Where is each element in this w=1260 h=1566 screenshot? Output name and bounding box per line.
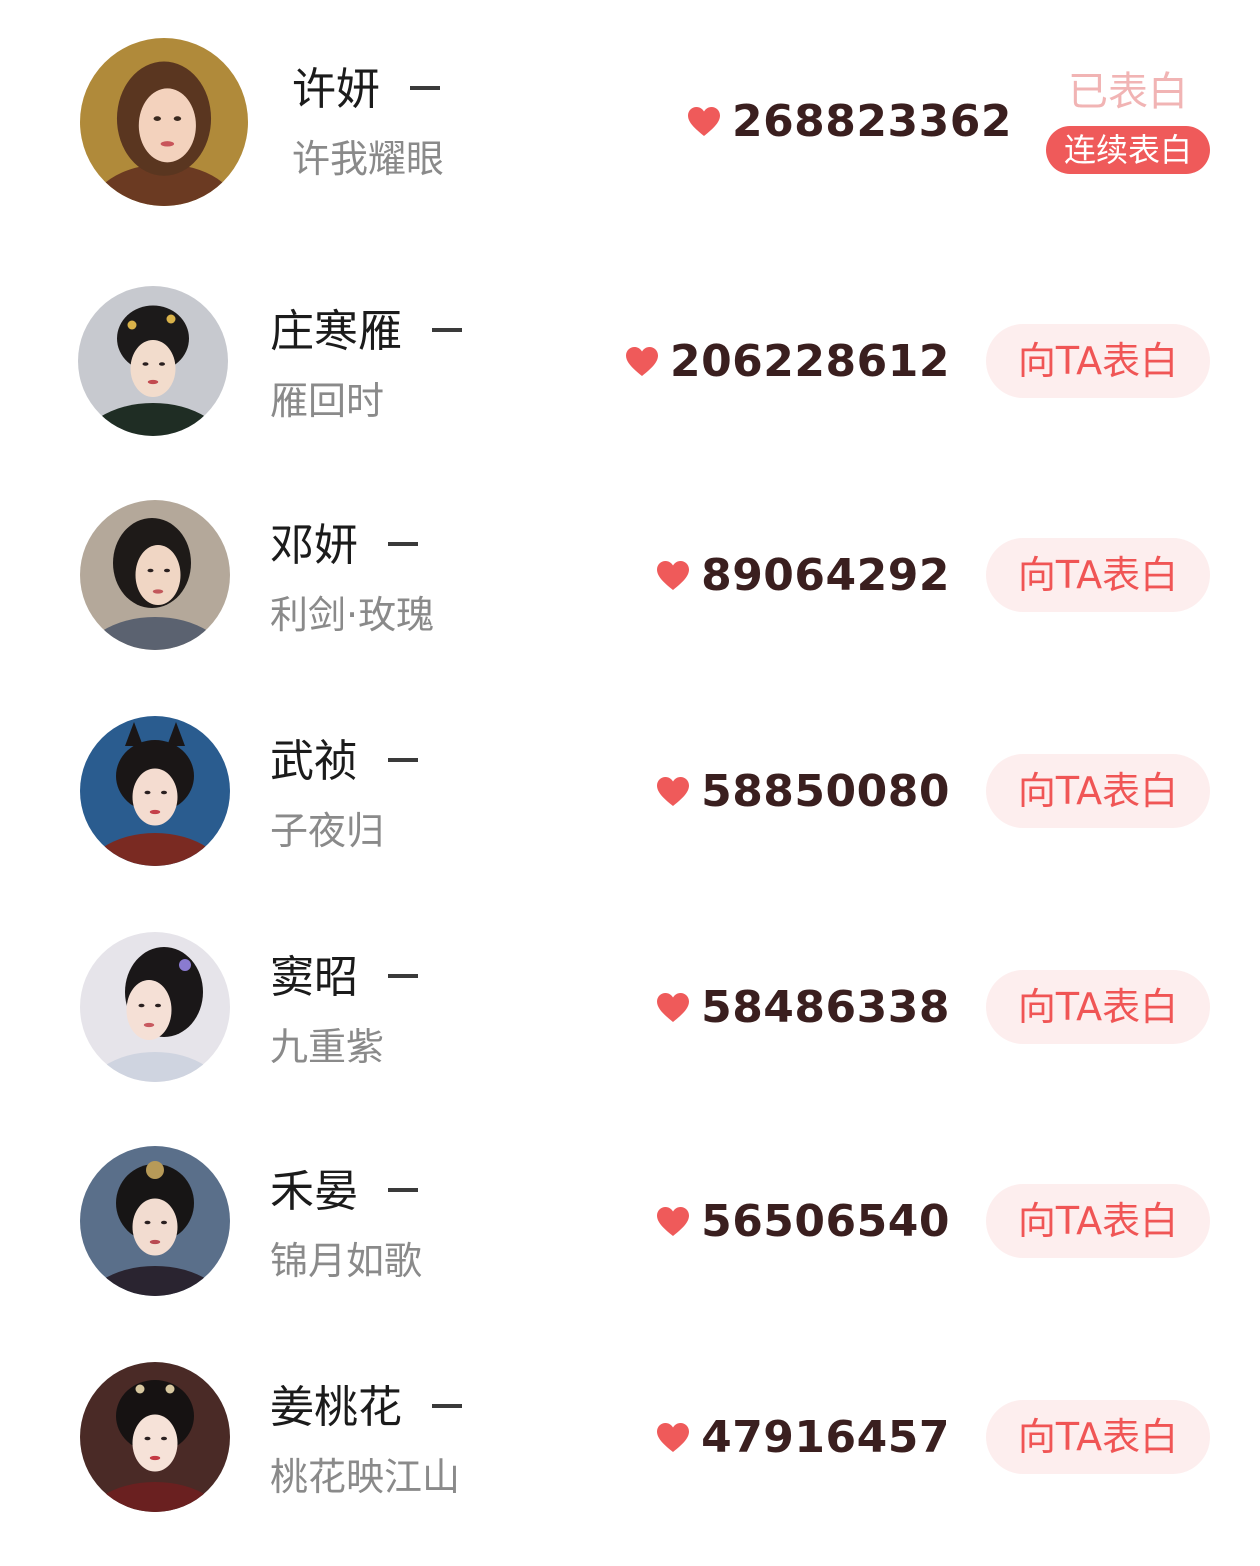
avatar[interactable] bbox=[78, 286, 228, 436]
character-name: 庄寒雁 bbox=[270, 310, 462, 354]
score: 47916457 bbox=[657, 1412, 950, 1463]
drama-title: 锦月如歌 bbox=[270, 1239, 423, 1283]
avatar-portrait-icon bbox=[80, 932, 230, 1082]
confess-button[interactable]: 向TA表白 bbox=[986, 1400, 1210, 1474]
heart-icon bbox=[657, 1422, 690, 1453]
avatar-portrait-icon bbox=[80, 500, 230, 650]
list-item[interactable]: 邓妍 利剑·玫瑰 89064292 向TA表白 bbox=[0, 484, 1260, 664]
score-value: 206228612 bbox=[669, 336, 950, 387]
confess-button[interactable]: 向TA表白 bbox=[986, 538, 1210, 612]
heart-icon bbox=[657, 1206, 690, 1237]
avatar-portrait-icon bbox=[78, 286, 228, 436]
character-name-text: 邓妍 bbox=[270, 520, 358, 571]
character-name-text: 庄寒雁 bbox=[270, 306, 402, 357]
character-name-text: 许妍 bbox=[292, 64, 380, 115]
drama-title: 雁回时 bbox=[270, 379, 385, 423]
avatar-portrait-icon bbox=[80, 1362, 230, 1512]
rank-change-dash bbox=[388, 542, 418, 546]
heart-icon bbox=[657, 992, 690, 1023]
drama-title: 九重紫 bbox=[270, 1025, 385, 1069]
drama-title: 利剑·玫瑰 bbox=[270, 593, 435, 637]
confess-button[interactable]: 向TA表白 bbox=[986, 970, 1210, 1044]
score: 89064292 bbox=[657, 550, 950, 601]
confess-button[interactable]: 向TA表白 bbox=[986, 324, 1210, 398]
avatar[interactable] bbox=[80, 932, 230, 1082]
score: 58486338 bbox=[657, 982, 950, 1033]
character-name-text: 禾晏 bbox=[270, 1166, 358, 1217]
list-item[interactable]: 许妍 许我耀眼 268823362 已表白 连续表白 bbox=[0, 30, 1260, 210]
avatar[interactable] bbox=[80, 500, 230, 650]
confess-button[interactable]: 向TA表白 bbox=[986, 1184, 1210, 1258]
list-item[interactable]: 武祯 子夜归 58850080 向TA表白 bbox=[0, 700, 1260, 880]
character-name-text: 武祯 bbox=[270, 736, 358, 787]
heart-icon bbox=[657, 776, 690, 807]
score: 56506540 bbox=[657, 1196, 950, 1247]
list-item[interactable]: 窦昭 九重紫 58486338 向TA表白 bbox=[0, 916, 1260, 1096]
score-value: 56506540 bbox=[701, 1196, 950, 1247]
character-name-text: 窦昭 bbox=[270, 952, 358, 1003]
avatar[interactable] bbox=[80, 1146, 230, 1296]
avatar-portrait-icon bbox=[80, 38, 248, 206]
rank-change-dash bbox=[432, 328, 462, 332]
avatar-portrait-icon bbox=[80, 716, 230, 866]
confess-button[interactable]: 向TA表白 bbox=[986, 754, 1210, 828]
heart-icon bbox=[625, 346, 658, 377]
character-name: 禾晏 bbox=[270, 1170, 418, 1214]
rank-change-dash bbox=[388, 758, 418, 762]
avatar[interactable] bbox=[80, 716, 230, 866]
score: 58850080 bbox=[657, 766, 950, 817]
list-item[interactable]: 姜桃花 桃花映江山 47916457 向TA表白 bbox=[0, 1346, 1260, 1526]
confessed-label: 已表白 bbox=[1068, 69, 1188, 115]
score-value: 89064292 bbox=[701, 550, 950, 601]
drama-title: 桃花映江山 bbox=[270, 1455, 461, 1499]
character-name: 武祯 bbox=[270, 740, 418, 784]
drama-title: 子夜归 bbox=[270, 809, 385, 853]
confess-status: 已表白 连续表白 bbox=[1046, 72, 1210, 174]
character-name: 许妍 bbox=[292, 68, 440, 112]
score: 268823362 bbox=[687, 96, 1012, 147]
character-name: 邓妍 bbox=[270, 524, 418, 568]
score-value: 58850080 bbox=[701, 766, 950, 817]
score-value: 58486338 bbox=[701, 982, 950, 1033]
score-value: 47916457 bbox=[701, 1412, 950, 1463]
heart-icon bbox=[657, 560, 690, 591]
character-name: 姜桃花 bbox=[270, 1386, 462, 1430]
avatar[interactable] bbox=[80, 1362, 230, 1512]
avatar-portrait-icon bbox=[80, 1146, 230, 1296]
avatar[interactable] bbox=[80, 38, 248, 206]
rank-change-dash bbox=[388, 974, 418, 978]
ranking-list: 许妍 许我耀眼 268823362 已表白 连续表白 庄寒雁 雁回时 20622… bbox=[0, 0, 1260, 1566]
rank-change-dash bbox=[388, 1188, 418, 1192]
list-item[interactable]: 禾晏 锦月如歌 56506540 向TA表白 bbox=[0, 1130, 1260, 1310]
list-item[interactable]: 庄寒雁 雁回时 206228612 向TA表白 bbox=[0, 270, 1260, 450]
score: 206228612 bbox=[625, 336, 950, 387]
score-value: 268823362 bbox=[731, 96, 1012, 147]
drama-title: 许我耀眼 bbox=[292, 137, 445, 181]
character-name-text: 姜桃花 bbox=[270, 1382, 402, 1433]
continue-confess-button[interactable]: 连续表白 bbox=[1046, 126, 1210, 174]
rank-change-dash bbox=[432, 1404, 462, 1408]
rank-change-dash bbox=[410, 86, 440, 90]
heart-icon bbox=[687, 106, 720, 137]
character-name: 窦昭 bbox=[270, 956, 418, 1000]
